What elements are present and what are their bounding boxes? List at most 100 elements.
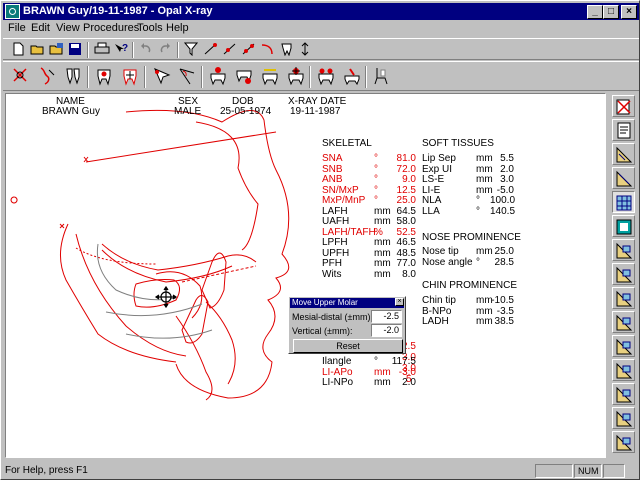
measure-value: 77.0 (396, 258, 416, 269)
point-link-icon[interactable] (200, 39, 221, 59)
dialog-close-button[interactable]: × (395, 298, 404, 306)
measure-unit: mm (374, 268, 391, 280)
measure-unit: ° (374, 153, 378, 164)
chart-view-4-icon[interactable] (612, 311, 635, 333)
landmark-tool-icon[interactable] (8, 63, 32, 89)
measure-unit: mm (374, 377, 391, 388)
hide-trace-icon[interactable] (612, 95, 635, 117)
tooth-select-icon[interactable] (276, 39, 297, 59)
report-icon[interactable] (612, 119, 635, 141)
menu-help[interactable]: Help (166, 22, 189, 34)
print-icon[interactable] (91, 39, 112, 59)
incisor-icon[interactable] (60, 63, 84, 89)
point-red-icon[interactable] (219, 39, 240, 59)
new-file-icon[interactable] (8, 39, 29, 59)
appliance-icon[interactable] (339, 63, 363, 89)
triangle-ruler-icon[interactable] (612, 143, 635, 165)
dialog-title[interactable]: Move Upper Molar (290, 298, 404, 308)
measure-unit: ° (374, 184, 378, 196)
measure-unit: ° (476, 257, 480, 268)
curve-tool-icon[interactable] (257, 39, 278, 59)
measure-name: ANB (322, 174, 343, 185)
app-icon[interactable] (5, 4, 20, 19)
status-bar: For Help, press F1 NUM (3, 463, 639, 479)
toolbar-separator (177, 42, 179, 58)
menu-bar: File Edit View Procedures Tools Help (3, 20, 639, 38)
arch-point-icon[interactable] (283, 63, 307, 89)
molar-move-icon[interactable] (91, 63, 115, 89)
measure-unit: mm (374, 237, 391, 248)
chart-view-3-icon[interactable] (612, 287, 635, 309)
chart-view-5-icon[interactable] (612, 335, 635, 357)
patient-name: BRAWN Guy (42, 106, 100, 117)
menu-edit[interactable]: Edit (31, 22, 50, 34)
chart-view-2-icon[interactable] (612, 263, 635, 285)
chair-icon[interactable] (369, 63, 393, 89)
open-folder-icon[interactable] (27, 39, 48, 59)
measure-value: 2.0 (500, 163, 514, 175)
measure-name: LAFH (322, 205, 348, 217)
tracing-canvas[interactable]: NAME SEX DOB X-RAY DATE BRAWN Guy MALE 2… (5, 93, 606, 458)
chart-view-9-icon[interactable] (612, 431, 635, 453)
measure-value: 12.5 (396, 184, 416, 196)
measure-name: Lip Sep (422, 153, 456, 164)
menu-file[interactable]: File (8, 22, 26, 34)
maximize-button[interactable]: □ (603, 5, 619, 19)
cephalometric-trace[interactable] (6, 94, 606, 458)
measure-name: MxP/MnP (322, 195, 366, 206)
measure-value: 8.0 (402, 268, 416, 280)
save-disk-icon[interactable] (65, 39, 86, 59)
mesial-distal-label: Mesial-distal (±mm): (292, 312, 373, 322)
close-button[interactable]: × (621, 5, 637, 19)
measure-value: 25.0 (494, 246, 514, 257)
open-image-icon[interactable] (46, 39, 67, 59)
measure-value: 5.5 (500, 153, 514, 164)
context-help-icon[interactable]: ? (110, 39, 131, 59)
chart-view-8-icon[interactable] (612, 407, 635, 429)
measure-value: 25.0 (396, 195, 416, 206)
menu-procedures[interactable]: Procedures (83, 22, 139, 34)
vertical-input[interactable]: -2.0 (371, 324, 402, 337)
reset-button[interactable]: Reset (293, 339, 403, 353)
lower-arch-icon[interactable] (231, 63, 255, 89)
toolbar-separator (201, 66, 203, 88)
redo-icon[interactable] (155, 39, 176, 59)
measure-unit: ° (374, 163, 378, 175)
angle-tool-icon[interactable] (174, 63, 198, 89)
measure-vertical-icon[interactable] (295, 39, 316, 59)
status-pane-caps (535, 464, 573, 478)
chart-view-7-icon[interactable] (612, 383, 635, 405)
crown-icon[interactable] (313, 63, 337, 89)
measure-value: 64.5 (396, 205, 416, 217)
mesial-distal-input[interactable]: -2.5 (371, 310, 402, 323)
title-bar[interactable]: BRAWN Guy/19-11-1987 - Opal X-ray _ □ × (3, 3, 639, 20)
minimize-button[interactable]: _ (587, 5, 603, 19)
measure-name: Nose angle (422, 257, 473, 268)
upper-arch-icon[interactable] (205, 63, 229, 89)
status-num: NUM (574, 464, 602, 478)
right-toolbar (610, 93, 638, 458)
grid-view-icon[interactable] (612, 191, 635, 213)
point-pair-icon[interactable] (238, 39, 259, 59)
window-title: BRAWN Guy/19-11-1987 - Opal X-ray (23, 5, 213, 17)
measure-value: 140.5 (490, 205, 516, 217)
measure-unit: ° (374, 356, 378, 367)
menu-tools[interactable]: Tools (137, 22, 163, 34)
chart-view-1-icon[interactable] (612, 239, 635, 261)
chart-view-6-icon[interactable] (612, 359, 635, 381)
measure-value: 100.0 (490, 195, 516, 206)
menu-view[interactable]: View (56, 22, 80, 34)
filter-tool-icon[interactable] (181, 39, 202, 59)
measure-value: 48.5 (396, 247, 416, 259)
teal-view-icon[interactable] (612, 215, 635, 237)
chin-prominence-title: CHIN PROMINENCE (422, 280, 518, 291)
measure-value: 81.0 (396, 153, 416, 164)
triangle-ruler-alt-icon[interactable] (612, 167, 635, 189)
profile-trace-icon[interactable] (34, 63, 58, 89)
arch-alt-icon[interactable] (257, 63, 281, 89)
measure-name: SNB (322, 163, 343, 175)
undo-icon[interactable] (136, 39, 157, 59)
patient-dob: 25-05-1974 (220, 106, 272, 117)
molar-adjust-icon[interactable] (117, 63, 141, 89)
flag-tool-icon[interactable] (148, 63, 172, 89)
